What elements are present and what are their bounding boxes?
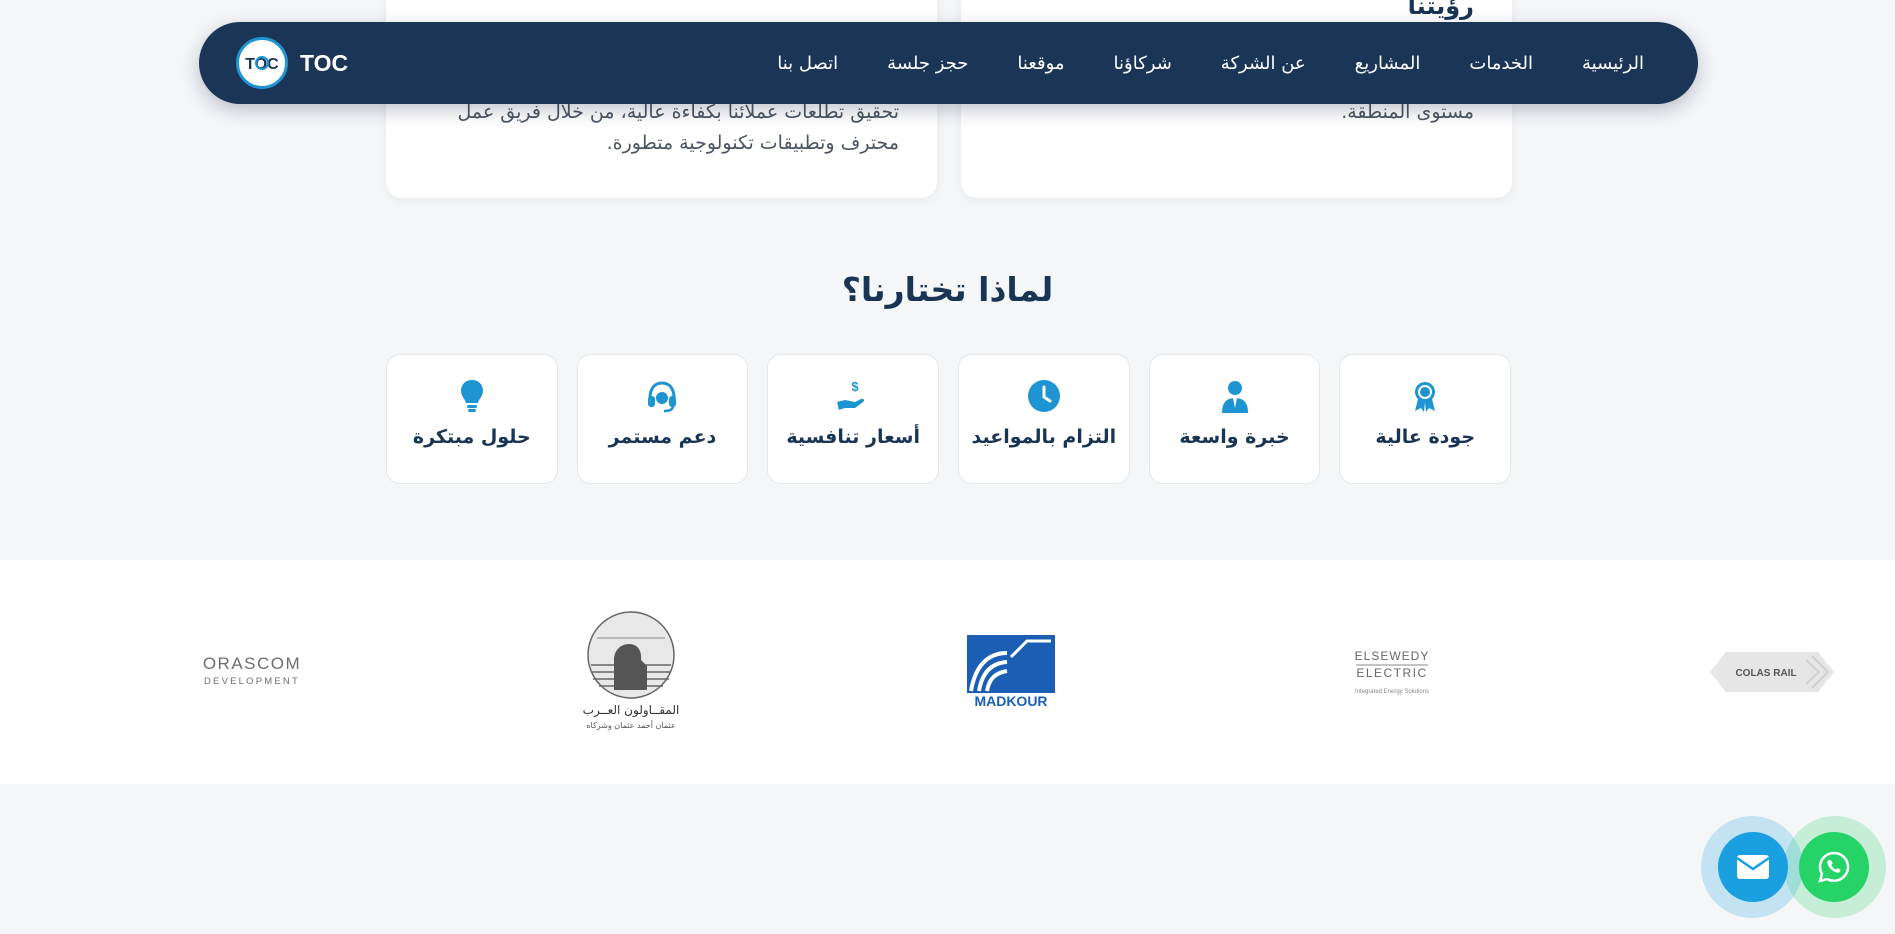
features-grid: جودة عالية خبرة واسعة التزام بالمواعيد $… [385, 354, 1511, 484]
award-icon [1415, 382, 1436, 412]
svg-text:MADKOUR: MADKOUR [974, 693, 1047, 709]
feature-card-innovation: حلول مبتكرة [385, 354, 558, 484]
svg-text:المقــاولون العــرب: المقــاولون العــرب [583, 703, 680, 718]
arab-contractors-logo: المقــاولون العــرب عثمان أحمد عثمان وشر… [583, 611, 680, 730]
navbar: الرئيسية الخدمات المشاريع عن الشركة شركا… [199, 22, 1698, 104]
whatsapp-button[interactable] [1799, 832, 1869, 902]
brand-logo: TOC [236, 37, 288, 89]
madkour-logo: MADKOUR [967, 635, 1055, 709]
elsewedy-logo: ELSEWEDY ELECTRIC Integrated Energy Solu… [1355, 649, 1430, 695]
svg-text:DEVELOPMENT: DEVELOPMENT [204, 676, 300, 687]
nav-item-partners[interactable]: شركاؤنا [1114, 53, 1172, 74]
partner-logo-arab-contractors[interactable]: المقــاولون العــرب عثمان أحمد عثمان وشر… [569, 560, 693, 784]
nav-item-book-session[interactable]: حجز جلسة [887, 53, 968, 74]
svg-text:ELSEWEDY: ELSEWEDY [1355, 649, 1430, 663]
user-tie-icon [1221, 381, 1248, 413]
partners-strip: ORASCOM DEVELOPMENT المقــاولون العــرب … [0, 560, 1895, 784]
feature-label: خبرة واسعة [1179, 426, 1290, 448]
feature-card-quality: جودة عالية [1339, 354, 1511, 484]
partner-logo-orascom[interactable]: ORASCOM DEVELOPMENT [198, 560, 306, 784]
feature-card-punctuality: التزام بالمواعيد [957, 354, 1130, 484]
vision-card-heading: رؤيتنا [1407, 0, 1474, 20]
feature-label: دعم مستمر [608, 426, 717, 448]
svg-text:ORASCOM: ORASCOM [203, 654, 301, 673]
hand-dollar-icon: $ [837, 379, 865, 410]
svg-text:TOC: TOC [245, 56, 279, 73]
feature-label: أسعار تنافسية [786, 426, 920, 448]
feature-card-pricing: $ أسعار تنافسية [767, 354, 939, 484]
nav-item-services[interactable]: الخدمات [1469, 53, 1533, 74]
feature-card-support: دعم مستمر [576, 354, 749, 484]
svg-text:$: $ [852, 379, 860, 394]
why-choose-us-title: لماذا تختارنا؟ [841, 270, 1054, 309]
nav-item-home[interactable]: الرئيسية [1582, 53, 1644, 74]
nav-item-location[interactable]: موقعنا [1017, 53, 1064, 74]
partner-logo-colas-rail[interactable]: COLAS RAIL [1708, 560, 1836, 784]
brand-name: TOC [300, 49, 349, 76]
nav-item-contact[interactable]: اتصل بنا [777, 53, 838, 74]
clock-icon [1027, 380, 1060, 412]
svg-text:Integrated Energy Solutions: Integrated Energy Solutions [1355, 689, 1429, 695]
nav-menu: الرئيسية الخدمات المشاريع عن الشركة شركا… [777, 22, 1644, 104]
partner-logo-madkour[interactable]: MADKOUR [967, 560, 1055, 784]
orascom-logo: ORASCOM DEVELOPMENT [203, 654, 301, 687]
partner-logo-elsewedy[interactable]: ELSEWEDY ELECTRIC Integrated Energy Solu… [1352, 560, 1432, 784]
svg-text:عثمان أحمد عثمان وشركاه: عثمان أحمد عثمان وشركاه [586, 720, 675, 730]
headset-icon [648, 381, 677, 413]
svg-text:ELECTRIC: ELECTRIC [1356, 666, 1427, 680]
brand[interactable]: TOC TOC [236, 37, 348, 89]
envelope-icon [1736, 855, 1770, 879]
lightbulb-icon [460, 380, 483, 412]
feature-label: حلول مبتكرة [412, 426, 531, 448]
svg-text:COLAS RAIL: COLAS RAIL [1735, 668, 1796, 679]
colas-rail-logo: COLAS RAIL [1710, 652, 1834, 692]
feature-label: التزام بالمواعيد [971, 426, 1117, 448]
nav-item-about[interactable]: عن الشركة [1221, 53, 1306, 74]
whatsapp-icon [1818, 851, 1850, 883]
nav-item-projects[interactable]: المشاريع [1355, 53, 1421, 74]
feature-card-experience: خبرة واسعة [1148, 354, 1321, 484]
email-button[interactable] [1718, 832, 1788, 902]
mission-card-body: تحقيق تطلعات عملائنا بكفاءة عالية، من خل… [457, 101, 899, 154]
feature-label: جودة عالية [1375, 426, 1476, 448]
